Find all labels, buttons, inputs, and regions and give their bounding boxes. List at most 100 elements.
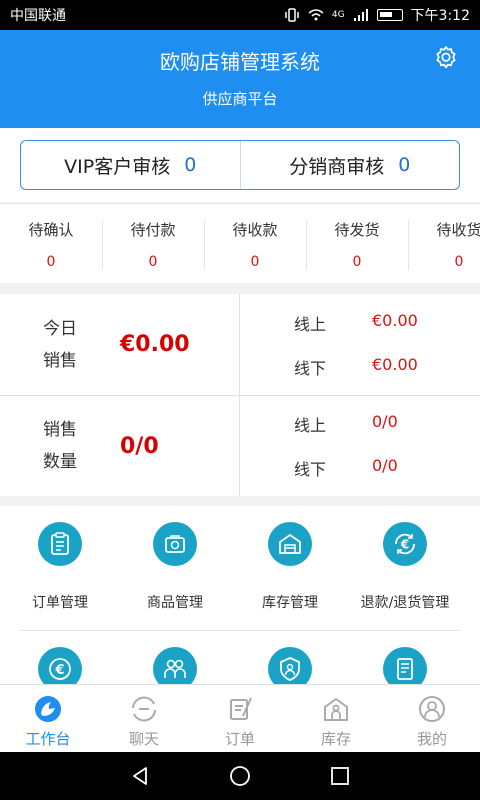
menu-label: 商品管理 xyxy=(147,595,203,611)
back-icon[interactable] xyxy=(129,765,151,787)
vip-customer-audit-button[interactable]: VIP客户审核 0 xyxy=(21,141,240,189)
app-header: 欧购店铺管理系统 供应商平台 xyxy=(0,30,480,128)
order-status-to-confirm[interactable]: 待确认 0 xyxy=(0,204,102,283)
carrier-name: 中国联通 xyxy=(10,8,66,24)
tab-orders[interactable]: 订单 xyxy=(192,685,288,752)
stat-label-line: 销售 xyxy=(43,420,77,440)
distributor-audit-button[interactable]: 分销商审核 0 xyxy=(239,141,460,189)
sub-label: 线下 xyxy=(294,460,327,479)
sub-label: 线上 xyxy=(294,416,327,435)
tab-label: 工作台 xyxy=(25,730,71,748)
finance-button[interactable]: € xyxy=(5,631,115,684)
tab-label: 订单 xyxy=(224,730,255,748)
tab-label: 我的 xyxy=(416,730,447,748)
order-status-count: 0 xyxy=(454,253,464,270)
audit-label: 分销商审核 xyxy=(289,155,385,178)
document-icon xyxy=(383,647,427,684)
recents-icon[interactable] xyxy=(329,765,351,787)
document-button[interactable] xyxy=(350,631,460,684)
refund-euro-icon: € xyxy=(383,522,427,566)
chat-icon xyxy=(132,696,156,722)
workbench-icon xyxy=(35,696,61,722)
today-sales-value: €0.00 xyxy=(120,332,190,357)
users-icon xyxy=(153,647,197,684)
customers-button[interactable] xyxy=(120,631,230,684)
order-status-label: 待付款 xyxy=(130,220,176,239)
stat-label-line: 数量 xyxy=(43,452,77,472)
order-status-to-pay[interactable]: 待付款 0 xyxy=(102,204,204,283)
order-icon xyxy=(230,697,252,720)
order-status-label: 待发货 xyxy=(334,220,380,239)
sub-label: 线下 xyxy=(294,358,327,378)
menu-label: 退款/退货管理 xyxy=(360,595,450,611)
order-status-count: 0 xyxy=(148,253,158,270)
order-status-section: 待确认 0 待付款 0 待收款 0 待发货 0 待收货 0 xyxy=(0,203,480,283)
audit-count: 0 xyxy=(398,154,411,176)
offline-sales: 线下 €0.00 xyxy=(294,355,480,379)
sub-value: €0.00 xyxy=(372,310,418,330)
inventory-icon xyxy=(324,698,348,721)
audit-label: VIP客户审核 xyxy=(64,155,171,178)
home-icon[interactable] xyxy=(228,764,252,788)
inventory-management-button[interactable]: 库存管理 xyxy=(235,506,345,630)
status-bar: 中国联通 4G 下午3:12 xyxy=(0,0,480,30)
sales-stats-section: 今日 销售 €0.00 线上 €0.00 线下 €0.00 销售 数量 0/0 xyxy=(0,294,480,496)
product-management-button[interactable]: 商品管理 xyxy=(120,506,230,630)
function-menu: 订单管理 商品管理 库存管理 € 退款/退货管理 € xyxy=(0,506,480,684)
network-type: 4G xyxy=(331,10,345,20)
online-sales: 线上 €0.00 xyxy=(294,311,480,335)
security-button[interactable] xyxy=(235,631,345,684)
today-sales-row: 今日 销售 €0.00 线上 €0.00 线下 €0.00 xyxy=(0,294,480,395)
svg-text:€: € xyxy=(54,663,64,678)
stat-label-line: 销售 xyxy=(43,350,77,371)
order-status-label: 待收货 xyxy=(436,220,480,239)
sub-label: 线上 xyxy=(294,314,327,334)
audit-count: 0 xyxy=(184,154,197,176)
battery-icon xyxy=(376,9,403,21)
order-status-to-receive[interactable]: 待收货 0 xyxy=(408,204,480,283)
sales-quantity-value: 0/0 xyxy=(120,433,159,459)
order-status-to-collect[interactable]: 待收款 0 xyxy=(204,204,306,283)
menu-label: 订单管理 xyxy=(32,595,88,611)
sub-value: 0/0 xyxy=(372,412,398,431)
order-status-count: 0 xyxy=(352,253,362,270)
vibrate-icon xyxy=(285,8,299,22)
tab-label: 聊天 xyxy=(128,730,159,748)
sub-value: 0/0 xyxy=(372,456,398,475)
bottom-tab-bar: 工作台 聊天 订单 库存 我的 xyxy=(0,684,480,752)
stat-label: 今日 销售 xyxy=(0,313,120,377)
order-status-label: 待收款 xyxy=(232,220,278,239)
order-management-button[interactable]: 订单管理 xyxy=(5,506,115,630)
clipboard-icon xyxy=(38,522,82,566)
profile-icon xyxy=(419,696,445,722)
svg-text:€: € xyxy=(400,538,409,552)
app-subtitle: 供应商平台 xyxy=(202,90,278,108)
audit-box: VIP客户审核 0 分销商审核 0 xyxy=(20,140,460,190)
sales-quantity-row: 销售 数量 0/0 线上 0/0 线下 0/0 xyxy=(0,395,480,496)
shield-icon xyxy=(268,647,312,684)
refund-return-management-button[interactable]: € 退款/退货管理 xyxy=(350,506,460,630)
settings-gear-icon[interactable] xyxy=(432,44,460,72)
tab-profile[interactable]: 我的 xyxy=(384,685,480,752)
sub-value: €0.00 xyxy=(372,354,418,374)
warehouse-icon xyxy=(268,522,312,566)
wifi-icon xyxy=(308,9,324,21)
system-nav-bar xyxy=(0,752,480,800)
online-quantity: 线上 0/0 xyxy=(294,412,480,436)
tab-inventory[interactable]: 库存 xyxy=(288,685,384,752)
order-status-to-ship[interactable]: 待发货 0 xyxy=(306,204,408,283)
order-status-count: 0 xyxy=(250,253,260,270)
app-title: 欧购店铺管理系统 xyxy=(160,50,320,74)
signal-icon xyxy=(353,9,368,21)
euro-circle-icon: € xyxy=(38,647,82,684)
offline-quantity: 线下 0/0 xyxy=(294,456,480,480)
order-status-label: 待确认 xyxy=(28,220,74,239)
audit-section: VIP客户审核 0 分销商审核 0 xyxy=(0,128,480,202)
order-status-count: 0 xyxy=(46,253,56,270)
tab-workbench[interactable]: 工作台 xyxy=(0,685,96,752)
stat-label: 销售 数量 xyxy=(0,414,120,478)
clock: 下午3:12 xyxy=(410,8,470,24)
tab-chat[interactable]: 聊天 xyxy=(96,685,192,752)
product-box-icon xyxy=(153,522,197,566)
stat-label-line: 今日 xyxy=(43,318,77,339)
